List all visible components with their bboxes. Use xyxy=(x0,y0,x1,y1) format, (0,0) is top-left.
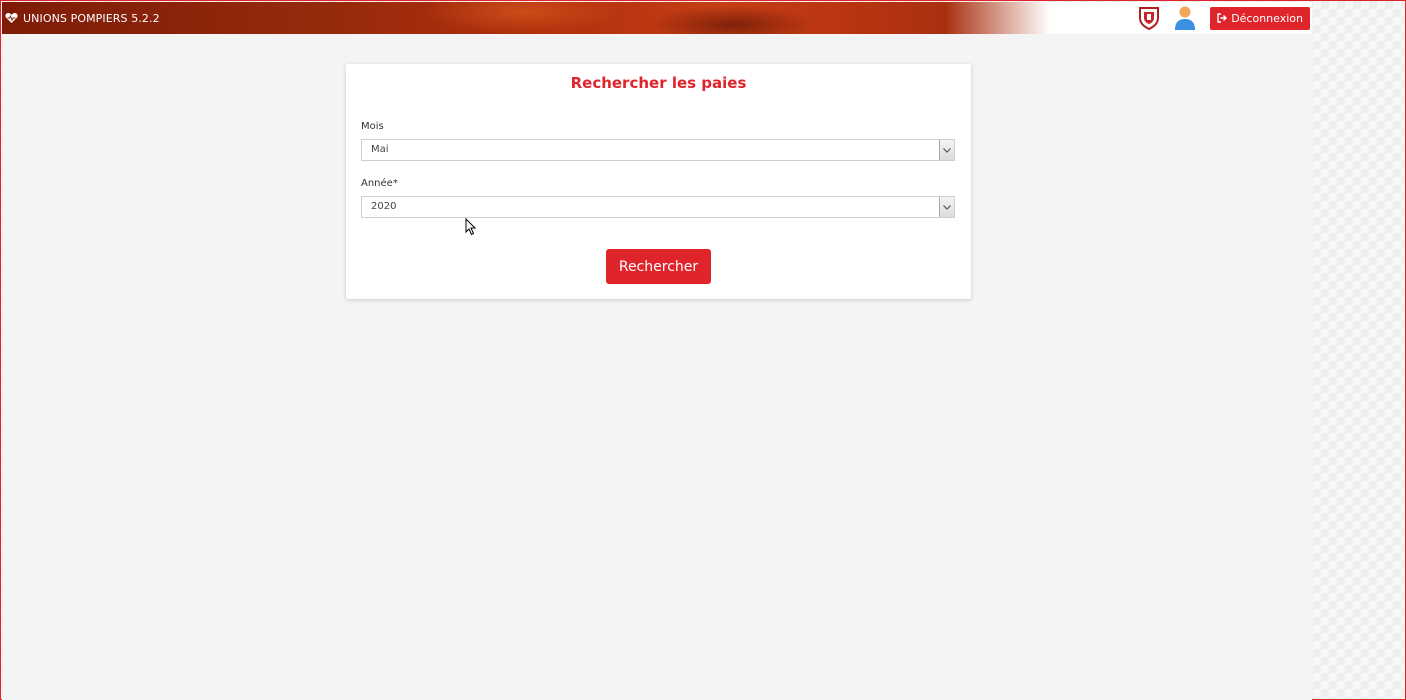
crest-icon xyxy=(1136,5,1162,31)
year-select[interactable]: 2020 xyxy=(361,196,955,218)
user-avatar-icon[interactable] xyxy=(1172,5,1198,31)
chevron-down-icon[interactable] xyxy=(939,140,954,160)
month-value: Mai xyxy=(371,144,389,155)
logout-icon xyxy=(1217,13,1228,23)
logout-label: Déconnexion xyxy=(1231,11,1303,25)
header-banner-glow xyxy=(422,2,622,34)
year-label: Année* xyxy=(361,178,398,189)
header-banner-scene xyxy=(642,4,822,34)
app-viewport: UNIONS POMPIERS 5.2.2 Déconnexion Recher… xyxy=(2,2,1312,700)
card-title: Rechercher les paies xyxy=(570,74,747,92)
app-name: UNIONS POMPIERS 5.2.2 xyxy=(23,11,160,25)
heart-icon xyxy=(5,12,18,25)
chevron-down-icon[interactable] xyxy=(939,197,954,217)
search-button[interactable]: Rechercher xyxy=(606,249,711,284)
search-payslips-card: Rechercher les paies Mois Mai Année* 202… xyxy=(346,64,971,299)
month-select[interactable]: Mai xyxy=(361,139,955,161)
logout-button[interactable]: Déconnexion xyxy=(1210,6,1310,30)
year-value: 2020 xyxy=(371,201,397,212)
header-actions: Déconnexion xyxy=(1136,5,1310,31)
mouse-cursor-icon xyxy=(465,218,477,236)
month-label: Mois xyxy=(361,121,384,132)
top-bar: UNIONS POMPIERS 5.2.2 Déconnexion xyxy=(2,2,1312,34)
brand[interactable]: UNIONS POMPIERS 5.2.2 xyxy=(5,9,160,27)
window-frame: UNIONS POMPIERS 5.2.2 Déconnexion Recher… xyxy=(0,0,1406,700)
